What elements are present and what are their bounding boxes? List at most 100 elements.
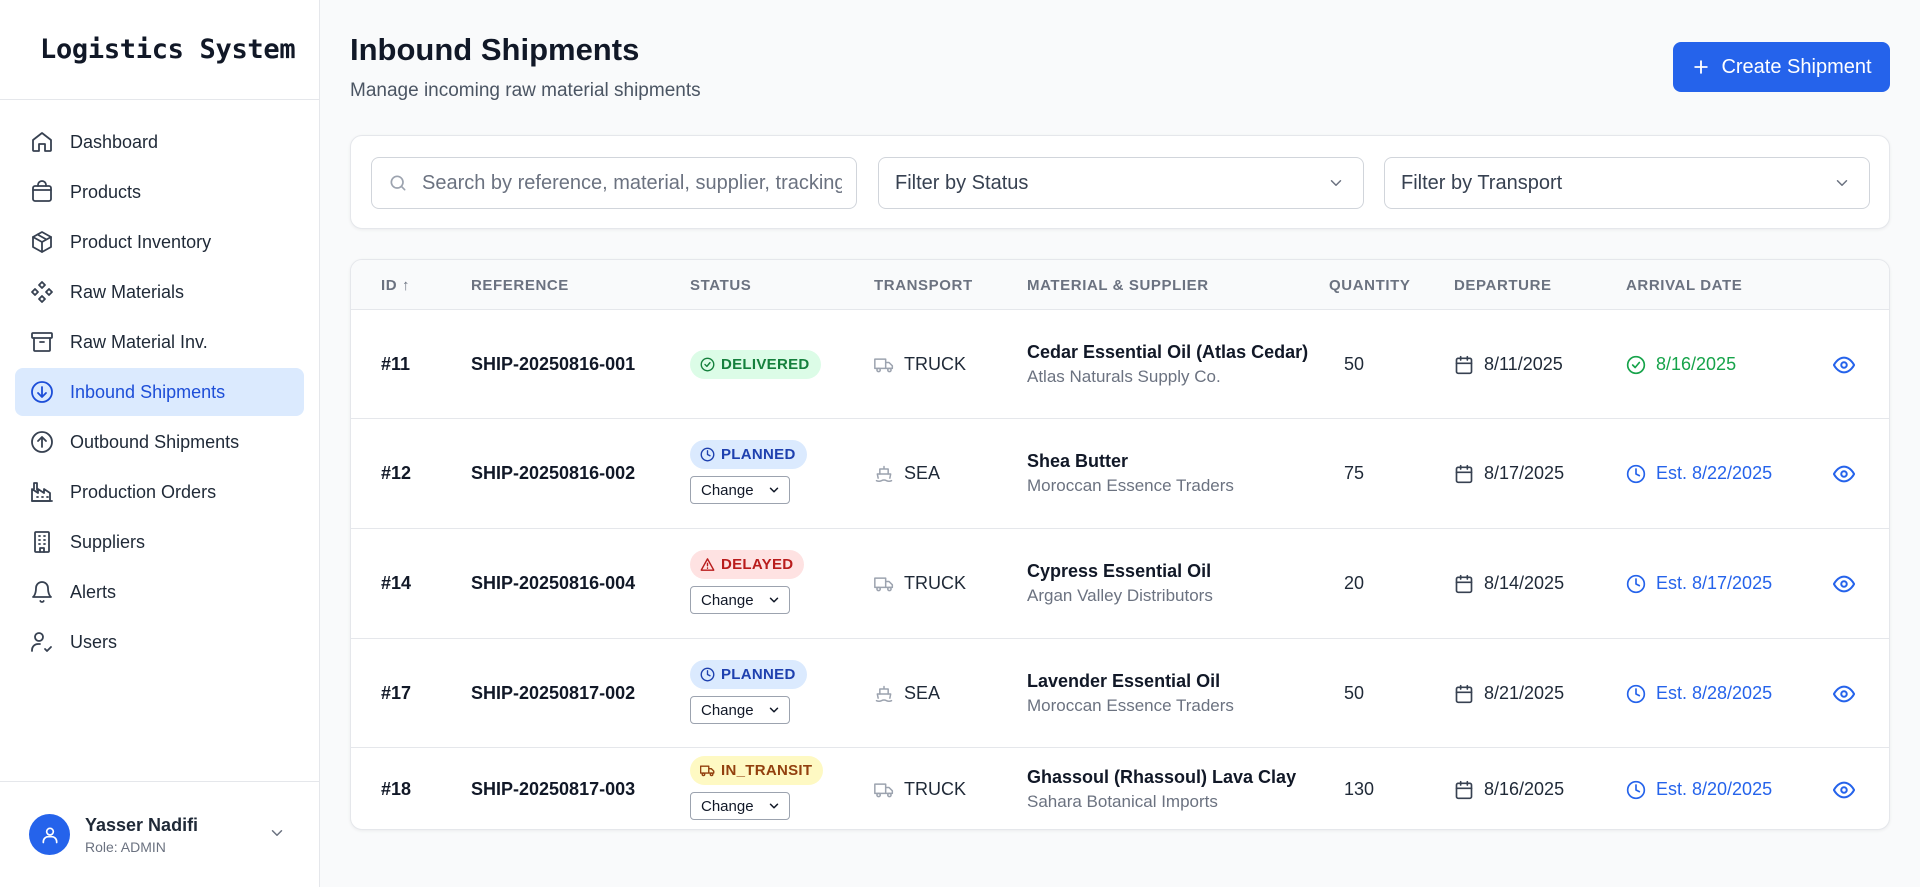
sidebar-item-raw-material-inv[interactable]: Raw Material Inv. [15, 318, 304, 366]
arrival-cell: Est. 8/28/2025 [1626, 683, 1772, 704]
search-input[interactable] [422, 171, 842, 195]
status-label: DELAYED [721, 556, 794, 573]
material-name: Lavender Essential Oil [1027, 671, 1221, 691]
calendar-icon [1454, 574, 1484, 594]
transport-filter-select[interactable]: Filter by Transport [1384, 157, 1870, 209]
transport-cell: TRUCK [874, 354, 966, 375]
material-cell: Ghassoul (Rhassoul) Lava Clay Sahara Bota… [1027, 767, 1296, 812]
status-cell: DELIVERED [690, 350, 821, 379]
shipment-reference: SHIP-20250816-002 [471, 463, 636, 483]
sidebar-item-alerts[interactable]: Alerts [15, 568, 304, 616]
sidebar-item-production-orders[interactable]: Production Orders [15, 468, 304, 516]
search-icon [390, 175, 406, 191]
sidebar-item-label: Suppliers [70, 531, 146, 552]
change-status-select[interactable]: Change [690, 696, 790, 724]
create-shipment-button[interactable]: Create Shipment [1673, 42, 1890, 92]
truck-icon [874, 574, 904, 594]
plus-icon [1694, 60, 1709, 74]
departure-cell: 8/14/2025 [1454, 573, 1564, 594]
sidebar-item-label: Alerts [70, 581, 117, 602]
main-content: Inbound Shipments Manage incoming raw ma… [321, 0, 1920, 887]
shipment-reference: SHIP-20250816-001 [471, 354, 636, 374]
sidebar-item-raw-materials[interactable]: Raw Materials [15, 268, 304, 316]
search-field[interactable] [371, 157, 857, 209]
shipment-reference: SHIP-20250817-003 [471, 779, 636, 799]
status-label: PLANNED [721, 666, 796, 683]
arrival-cell: 8/16/2025 [1626, 354, 1736, 375]
material-name: Cypress Essential Oil [1027, 561, 1212, 581]
status-cell: DELAYED Change [690, 550, 805, 614]
view-eye-icon[interactable] [1832, 779, 1856, 806]
sidebar-item-users[interactable]: Users [15, 618, 304, 666]
chevron-down-icon [767, 799, 781, 816]
departure-cell: 8/16/2025 [1454, 779, 1564, 800]
view-eye-icon[interactable] [1832, 354, 1856, 381]
clock-icon [1626, 464, 1656, 484]
header-departure: DEPARTURE [1454, 277, 1552, 294]
sidebar-item-product-inventory[interactable]: Product Inventory [15, 218, 304, 266]
departure-date: 8/17/2025 [1484, 463, 1565, 483]
header-id[interactable]: ID ↑ [381, 277, 410, 294]
view-eye-icon[interactable] [1832, 683, 1856, 710]
quantity: 20 [1344, 573, 1365, 593]
sidebar: Logistics System Dashboard Products Produc… [0, 0, 320, 887]
calendar-icon [1454, 684, 1484, 704]
shipment-reference: SHIP-20250817-002 [471, 683, 636, 703]
departure-date: 8/11/2025 [1484, 354, 1563, 374]
change-status-select[interactable]: Change [690, 792, 790, 820]
material-cell: Shea Butter Moroccan Essence Traders [1027, 451, 1234, 496]
sidebar-item-suppliers[interactable]: Suppliers [15, 518, 304, 566]
transport-label: TRUCK [904, 573, 966, 593]
transport-label: TRUCK [904, 354, 966, 374]
table-header: ID ↑ REFERENCE STATUS TRANSPORT MATERIAL… [351, 260, 1889, 310]
chevron-down-icon[interactable] [268, 824, 286, 847]
arrival-date: Est. 8/20/2025 [1656, 779, 1773, 799]
status-label: PLANNED [721, 446, 796, 463]
material-cell: Cedar Essential Oil (Atlas Cedar) Atlas N… [1027, 342, 1308, 387]
sidebar-item-inbound-shipments[interactable]: Inbound Shipments [15, 368, 304, 416]
change-status-select[interactable]: Change [690, 586, 790, 614]
material-cell: Lavender Essential Oil Moroccan Essence T… [1027, 671, 1234, 716]
view-eye-icon[interactable] [1832, 573, 1856, 600]
change-status-label: Change [701, 481, 754, 499]
truck-icon [700, 763, 721, 778]
calendar-icon [1454, 355, 1484, 375]
status-filter-select[interactable]: Filter by Status [878, 157, 1364, 209]
clock-icon [700, 667, 721, 682]
departure-date: 8/16/2025 [1484, 779, 1565, 799]
check-circle-icon [1626, 355, 1656, 375]
user-icon [42, 827, 58, 843]
page-title: Inbound Shipments [350, 32, 640, 67]
arrival-date: Est. 8/22/2025 [1656, 463, 1773, 483]
bell-icon [29, 579, 55, 605]
arrow-up-circle-icon [29, 429, 55, 455]
header-arrival: ARRIVAL DATE [1626, 277, 1743, 294]
view-eye-icon[interactable] [1832, 463, 1856, 490]
chevron-down-icon [767, 483, 781, 500]
change-status-label: Change [701, 797, 754, 815]
arrival-cell: Est. 8/17/2025 [1626, 573, 1772, 594]
avatar [29, 814, 70, 855]
package-icon [29, 229, 55, 255]
sidebar-item-outbound-shipments[interactable]: Outbound Shipments [15, 418, 304, 466]
supplier-name: Moroccan Essence Traders [1027, 476, 1234, 495]
supplier-name: Sahara Botanical Imports [1027, 792, 1218, 811]
user-menu[interactable]: Yasser Nadifi Role: ADMIN [0, 781, 320, 887]
user-check-icon [29, 629, 55, 655]
table-row: #12 SHIP-20250816-002 PLANNED Change SEA Shea… [351, 419, 1889, 529]
building-icon [29, 529, 55, 555]
shipment-id: #18 [381, 779, 412, 799]
sidebar-item-label: Product Inventory [70, 231, 212, 252]
sidebar-item-label: Raw Materials [70, 281, 185, 302]
truck-icon [874, 355, 904, 375]
transport-cell: TRUCK [874, 779, 966, 800]
sidebar-item-products[interactable]: Products [15, 168, 304, 216]
status-badge: IN_TRANSIT [690, 756, 824, 785]
clock-icon [700, 447, 721, 462]
sidebar-item-dashboard[interactable]: Dashboard [15, 118, 304, 166]
shipment-id: #17 [381, 683, 412, 703]
clock-icon [1626, 684, 1656, 704]
change-status-select[interactable]: Change [690, 476, 790, 504]
chevron-down-icon [1833, 174, 1851, 198]
supplier-name: Argan Valley Distributors [1027, 586, 1213, 605]
